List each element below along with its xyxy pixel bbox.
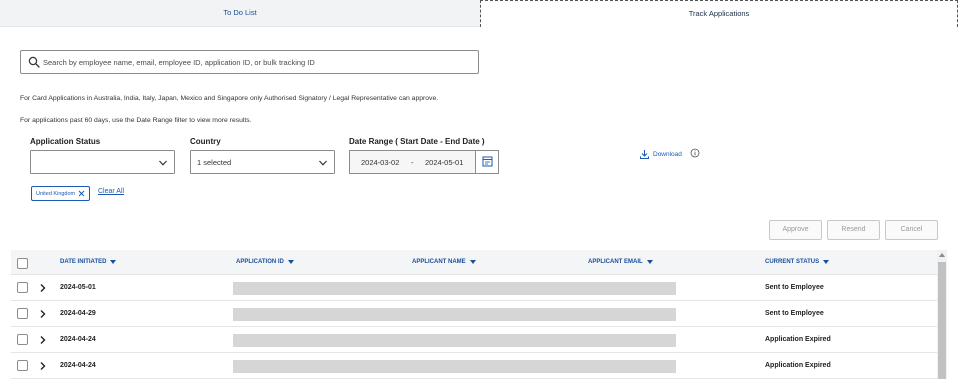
application-status-label: Application Status <box>30 137 101 146</box>
calendar-icon <box>482 156 493 167</box>
redacted-cell <box>233 308 676 321</box>
cancel-button[interactable]: Cancel <box>885 220 938 240</box>
date-initiated-cell: 2024-04-29 <box>60 310 96 317</box>
row-checkbox[interactable] <box>17 282 28 293</box>
chevron-down-icon <box>159 160 167 166</box>
tab-bar: To Do List Track Applications <box>0 0 958 27</box>
chevron-down-icon <box>319 160 327 166</box>
sort-down-icon <box>469 260 476 264</box>
column-applicant-name[interactable]: APPLICANT NAME <box>412 259 476 265</box>
select-all-checkbox[interactable] <box>17 258 28 269</box>
table-row[interactable]: 2024-04-29 Sent to Employee <box>11 301 937 327</box>
approve-button[interactable]: Approve <box>769 220 822 240</box>
sort-down-icon <box>110 260 117 264</box>
current-status-cell: Sent to Employee <box>765 310 824 317</box>
sort-down-icon <box>287 260 294 264</box>
country-value: 1 selected <box>197 158 232 167</box>
tab-track-applications[interactable]: Track Applications <box>480 0 958 27</box>
filter-chip-country: United Kingdom <box>31 186 91 201</box>
row-checkbox[interactable] <box>17 360 28 371</box>
end-date[interactable]: 2024-05-01 <box>425 158 463 167</box>
column-label: APPLICANT NAME <box>412 259 466 265</box>
redacted-cell <box>233 334 676 347</box>
chevron-right-icon[interactable] <box>39 283 47 293</box>
redacted-cell <box>233 360 676 373</box>
chevron-right-icon[interactable] <box>39 361 47 371</box>
date-initiated-cell: 2024-05-01 <box>60 284 96 291</box>
chevron-right-icon[interactable] <box>39 309 47 319</box>
date-range-label: Date Range ( Start Date - End Date ) <box>349 137 485 146</box>
chevron-right-icon[interactable] <box>39 335 47 345</box>
tab-to-do-list[interactable]: To Do List <box>0 0 480 27</box>
info-icon[interactable] <box>690 148 700 158</box>
column-applicant-email[interactable]: APPLICANT EMAIL <box>588 259 653 265</box>
sort-down-icon <box>646 260 653 264</box>
close-icon[interactable] <box>78 190 85 197</box>
date-separator: - <box>411 158 414 167</box>
current-status-cell: Sent to Employee <box>765 284 824 291</box>
country-select[interactable]: 1 selected <box>190 150 335 174</box>
calendar-button[interactable] <box>475 151 498 173</box>
column-label: APPLICANT EMAIL <box>588 259 643 265</box>
column-label: DATE INITIATED <box>60 259 107 265</box>
chip-label: United Kingdom <box>36 190 76 197</box>
table-row[interactable]: 2024-04-24 Application Expired <box>11 327 937 353</box>
application-status-select[interactable] <box>30 150 175 174</box>
redacted-cell <box>233 282 676 295</box>
date-range-note: For applications past 60 days, use the D… <box>20 117 252 124</box>
clear-all-link[interactable]: Clear All <box>98 188 124 195</box>
table-header: DATE INITIATED APPLICATION ID APPLICANT … <box>11 250 937 275</box>
download-label: Download <box>653 150 682 158</box>
scroll-up-icon[interactable] <box>939 253 945 257</box>
column-current-status[interactable]: CURRENT STATUS <box>765 259 830 265</box>
table-row[interactable]: 2024-04-24 Application Expired <box>11 353 937 379</box>
current-status-cell: Application Expired <box>765 362 831 369</box>
download-icon <box>640 149 649 159</box>
approval-note: For Card Applications in Australia, Indi… <box>20 95 439 102</box>
date-initiated-cell: 2024-04-24 <box>60 362 96 369</box>
table-row[interactable]: 2024-05-01 Sent to Employee <box>11 275 937 301</box>
current-status-cell: Application Expired <box>765 336 831 343</box>
search-input[interactable] <box>43 54 473 70</box>
download-link[interactable]: Download <box>639 148 682 160</box>
start-date[interactable]: 2024-03-02 <box>361 158 399 167</box>
applications-table: DATE INITIATED APPLICATION ID APPLICANT … <box>11 250 948 379</box>
row-checkbox[interactable] <box>17 334 28 345</box>
scrollbar-thumb[interactable] <box>938 262 946 379</box>
column-label: CURRENT STATUS <box>765 259 820 265</box>
column-date-initiated[interactable]: DATE INITIATED <box>60 259 117 265</box>
date-initiated-cell: 2024-04-24 <box>60 336 96 343</box>
resend-button[interactable]: Resend <box>827 220 880 240</box>
date-range-field[interactable]: 2024-03-02 - 2024-05-01 <box>349 150 499 174</box>
column-label: APPLICATION ID <box>236 259 284 265</box>
sort-down-icon <box>823 260 830 264</box>
column-application-id[interactable]: APPLICATION ID <box>236 259 294 265</box>
country-label: Country <box>190 137 221 146</box>
search-icon <box>28 56 40 68</box>
search-box[interactable] <box>20 50 479 74</box>
row-checkbox[interactable] <box>17 308 28 319</box>
